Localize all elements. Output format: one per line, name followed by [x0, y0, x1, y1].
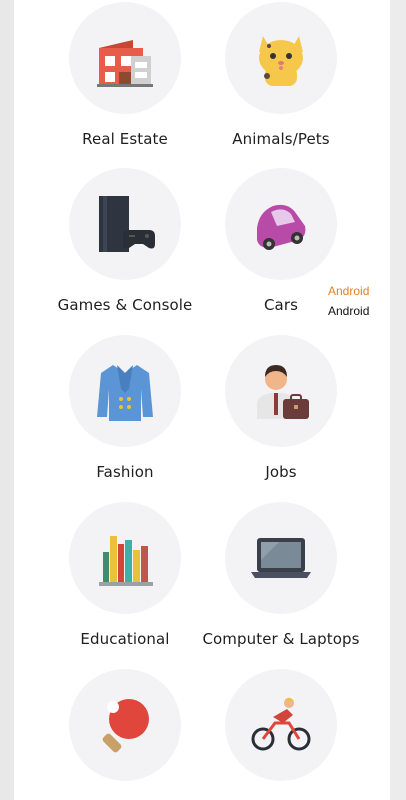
businessman-icon [257, 365, 309, 419]
category-label: Jobs [265, 463, 297, 481]
category-real-estate[interactable]: Real Estate [45, 2, 205, 148]
category-circle[interactable] [225, 168, 337, 280]
category-games-console[interactable]: Games & Console [45, 168, 205, 314]
category-circle[interactable] [69, 502, 181, 614]
android-image: Android [328, 284, 370, 298]
category-label: Games & Console [57, 296, 193, 314]
category-sports[interactable] [45, 669, 205, 797]
scrollbar[interactable] [390, 0, 406, 800]
cyclist-icon [251, 697, 311, 751]
category-computer-laptops[interactable]: Computer & Laptops [201, 502, 361, 648]
category-circle[interactable] [225, 335, 337, 447]
house-icon [97, 40, 153, 87]
category-bikes[interactable] [201, 669, 361, 797]
category-circle[interactable] [69, 2, 181, 114]
jacket-icon [97, 365, 153, 421]
category-animals-pets[interactable]: Animals/Pets [201, 2, 361, 148]
category-circle[interactable] [225, 669, 337, 781]
android-badge[interactable]: Android Android [328, 284, 392, 318]
category-circle[interactable] [69, 669, 181, 781]
books-icon [99, 536, 153, 586]
category-jobs[interactable]: Jobs [201, 335, 361, 481]
category-circle[interactable] [69, 335, 181, 447]
android-caption: Android [328, 304, 370, 318]
console-icon [99, 196, 155, 252]
category-label: Fashion [96, 463, 154, 481]
category-educational[interactable]: Educational [45, 502, 205, 648]
category-label: Educational [80, 630, 170, 648]
category-label: Real Estate [82, 130, 168, 148]
ping-pong-icon [102, 699, 149, 753]
category-label: Computer & Laptops [202, 630, 360, 648]
laptop-icon [251, 538, 311, 578]
car-icon [257, 204, 306, 250]
category-circle[interactable] [69, 168, 181, 280]
category-label: Animals/Pets [232, 130, 330, 148]
category-circle[interactable] [225, 502, 337, 614]
cat-icon [259, 36, 303, 86]
category-circle[interactable] [225, 2, 337, 114]
category-fashion[interactable]: Fashion [45, 335, 205, 481]
